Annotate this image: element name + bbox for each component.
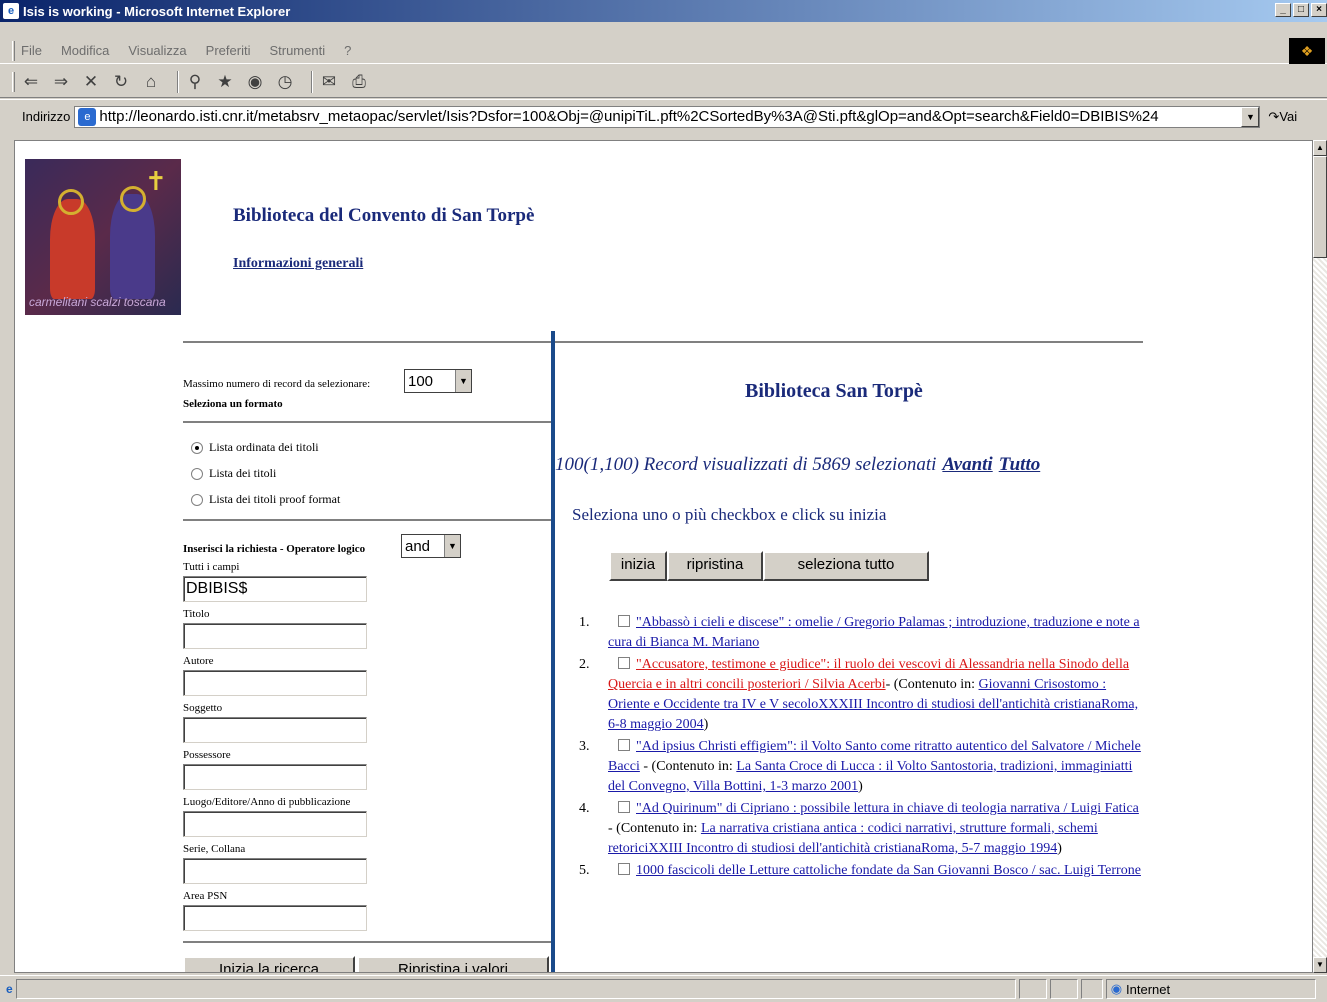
max-records-label: Massimo numero di record da selezionare:	[183, 378, 371, 390]
format-radio-proof[interactable]: Lista dei titoli proof format	[191, 492, 340, 507]
carmelite-emblem-icon: ✝	[145, 167, 167, 196]
window-title: Isis is working - Microsoft Internet Exp…	[23, 3, 291, 19]
ie-icon: e	[3, 3, 19, 19]
all-link[interactable]: Tutto	[999, 454, 1041, 475]
home-icon[interactable]: ⌂	[141, 72, 161, 92]
result-checkbox[interactable]	[618, 739, 630, 751]
chevron-down-icon[interactable]: ▼	[1241, 106, 1260, 127]
field-subject-input[interactable]	[183, 717, 367, 743]
search-icon[interactable]: ⚲	[185, 72, 205, 92]
field-all-input[interactable]: DBIBIS$	[183, 576, 367, 602]
stop-icon[interactable]: ✕	[81, 72, 101, 92]
address-url: http://leonardo.isti.cnr.it/metabsrv_met…	[99, 108, 1159, 125]
page-content: ✝ carmelitani scalzi toscana Biblioteca …	[14, 140, 1313, 973]
field-label-psn: Area PSN	[183, 890, 228, 902]
library-logo: ✝ carmelitani scalzi toscana	[25, 159, 181, 315]
field-label-subject: Soggetto	[183, 702, 223, 714]
info-link[interactable]: Informazioni generali	[233, 256, 363, 272]
result-checkbox[interactable]	[618, 863, 630, 875]
page-title: Biblioteca del Convento di San Torpè	[233, 205, 535, 226]
title-bar: e Isis is working - Microsoft Internet E…	[0, 0, 1327, 22]
menu-preferiti[interactable]: Preferiti	[206, 43, 251, 58]
list-item: 1. "Abbassò i cieli e discese" : omelie …	[579, 615, 1140, 650]
field-label-publication: Luogo/Editore/Anno di pubblicazione	[183, 796, 351, 808]
menu-file[interactable]: File	[21, 43, 42, 58]
format-label: Seleziona un formato	[183, 398, 283, 410]
menu-bar: File Modifica Visualizza Preferiti Strum…	[0, 38, 1327, 64]
forward-icon[interactable]: ⇒	[51, 72, 71, 92]
scroll-thumb[interactable]	[1313, 156, 1327, 258]
query-label: Inserisci la richiesta - Operatore logic…	[183, 543, 366, 555]
chevron-down-icon: ▼	[444, 535, 460, 557]
globe-icon: ◉	[1110, 981, 1123, 996]
field-label-author: Autore	[183, 655, 214, 667]
maximize-button[interactable]: □	[1293, 3, 1309, 17]
result-title-link[interactable]: 1000 fascicoli delle Letture cattoliche …	[636, 863, 1141, 878]
field-author-input[interactable]	[183, 670, 367, 696]
scroll-up-icon[interactable]: ▲	[1313, 140, 1327, 156]
mail-icon[interactable]: ✉	[319, 72, 339, 92]
field-label-all: Tutti i campi	[183, 561, 240, 573]
back-icon[interactable]: ⇐	[21, 72, 41, 92]
windows-logo-icon: ❖	[1289, 38, 1325, 64]
max-records-select[interactable]: 100 ▼	[404, 369, 472, 393]
result-checkbox[interactable]	[618, 801, 630, 813]
toolbar: ⇐ ⇒ ✕ ↻ ⌂ ⚲ ★ ◉ ◷ ✉ ⎙	[0, 66, 1327, 98]
results-summary: 100(1,100) Record visualizzati di 5869 s…	[555, 454, 1041, 475]
page-icon: e	[78, 107, 97, 126]
address-bar: Indirizzo e http://leonardo.isti.cnr.it/…	[0, 99, 1327, 133]
result-checkbox[interactable]	[618, 615, 630, 627]
history-icon[interactable]: ◷	[275, 72, 295, 92]
zone-panel: ◉ Internet	[1105, 979, 1316, 999]
scroll-down-icon[interactable]: ▼	[1313, 957, 1327, 973]
field-label-title: Titolo	[183, 608, 210, 620]
minimize-button[interactable]: _	[1275, 3, 1291, 17]
field-label-series: Serie, Collana	[183, 843, 246, 855]
menu-visualizza[interactable]: Visualizza	[128, 43, 186, 58]
result-title-link[interactable]: "Ad Quirinum" di Cipriano : possibile le…	[636, 801, 1139, 816]
field-psn-input[interactable]	[183, 905, 367, 931]
vertical-scrollbar[interactable]: ▲ ▼	[1313, 140, 1327, 973]
reset-button[interactable]: ripristina	[667, 551, 763, 581]
field-series-input[interactable]	[183, 858, 367, 884]
format-radio-sorted[interactable]: Lista ordinata dei titoli	[191, 440, 319, 455]
search-button[interactable]: Inizia la ricerca	[183, 956, 355, 972]
selection-instruction: Seleziona uno o più checkbox e click su …	[572, 505, 887, 524]
operator-select[interactable]: and ▼	[401, 534, 461, 558]
address-label: Indirizzo	[22, 109, 71, 124]
menu-help[interactable]: ?	[344, 43, 351, 58]
address-input[interactable]: e http://leonardo.isti.cnr.it/metabsrv_m…	[74, 105, 1261, 128]
result-title-link[interactable]: "Abbassò i cieli e discese" : omelie / G…	[608, 615, 1140, 650]
column-divider	[551, 331, 555, 972]
list-item: 4. "Ad Quirinum" di Cipriano : possibile…	[579, 801, 1139, 856]
reset-values-button[interactable]: Ripristina i valori	[357, 956, 549, 972]
field-owner-input[interactable]	[183, 764, 367, 790]
status-bar: e ◉ Internet	[0, 975, 1327, 1002]
field-label-owner: Possessore	[183, 749, 231, 761]
results-list: 1. "Abbassò i cieli e discese" : omelie …	[575, 613, 1145, 883]
list-item: 3. "Ad ipsius Christi effigiem": il Volt…	[579, 739, 1141, 794]
start-button[interactable]: inizia	[609, 551, 667, 581]
refresh-icon[interactable]: ↻	[111, 72, 131, 92]
library-name: Biblioteca San Torpè	[745, 380, 923, 402]
list-item: 5. 1000 fascicoli delle Letture cattolic…	[579, 863, 1141, 878]
result-checkbox[interactable]	[618, 657, 630, 669]
chevron-down-icon: ▼	[455, 370, 471, 392]
select-all-button[interactable]: seleziona tutto	[763, 551, 929, 581]
ie-status-icon: e	[6, 982, 13, 996]
list-item: 2. "Accusatore, testimone e giudice": il…	[579, 657, 1139, 732]
go-button[interactable]: ↷Vai	[1268, 109, 1297, 125]
format-radio-list[interactable]: Lista dei titoli	[191, 466, 276, 481]
field-publication-input[interactable]	[183, 811, 367, 837]
close-button[interactable]: ×	[1311, 3, 1327, 17]
field-title-input[interactable]	[183, 623, 367, 649]
next-link[interactable]: Avanti	[942, 454, 992, 475]
menu-modifica[interactable]: Modifica	[61, 43, 109, 58]
favorites-icon[interactable]: ★	[215, 72, 235, 92]
menu-strumenti[interactable]: Strumenti	[269, 43, 325, 58]
print-icon[interactable]: ⎙	[349, 72, 369, 92]
media-icon[interactable]: ◉	[245, 72, 265, 92]
